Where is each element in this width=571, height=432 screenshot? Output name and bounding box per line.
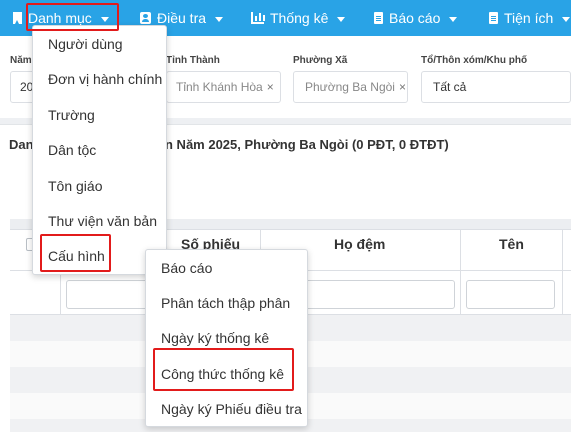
menu-item-truong[interactable]: Trường (48, 107, 95, 123)
submenu-item-bao-cao[interactable]: Báo cáo (161, 260, 212, 276)
column-header-ho-dem[interactable]: Họ đệm (334, 236, 385, 252)
nav-tien-ich-label: Tiện ích (504, 10, 554, 26)
menu-item-nguoi-dung[interactable]: Người dùng (48, 36, 123, 52)
menu-item-ton-giao[interactable]: Tôn giáo (48, 178, 102, 194)
ward-select[interactable]: Phường Ba Ngòi × (293, 71, 408, 103)
year-label: Năm (10, 55, 32, 66)
hamlet-label: Tổ/Thôn xóm/Khu phố (421, 55, 528, 66)
nav-tien-ich[interactable]: Tiện ích (489, 0, 571, 36)
menu-item-dan-toc[interactable]: Dân tộc (48, 142, 96, 158)
nav-bao-cao-label: Báo cáo (389, 10, 441, 26)
clear-icon[interactable]: × (399, 80, 406, 94)
menu-item-thu-vien-van-ban[interactable]: Thư viện văn bản (48, 213, 157, 229)
document-icon (374, 12, 383, 24)
hamlet-value: Tất cả (433, 80, 467, 94)
column-divider (562, 230, 563, 314)
document-icon (489, 12, 498, 24)
province-select[interactable]: Tỉnh Khánh Hòa × (166, 71, 281, 103)
highlight-box (153, 348, 294, 391)
column-header-ten[interactable]: Tên (499, 236, 524, 252)
nav-dieu-tra-label: Điều tra (157, 10, 207, 26)
nav-thong-ke-label: Thống kê (270, 10, 329, 26)
submenu-item-ngay-ky-phieu-dieu-tra[interactable]: Ngày ký Phiếu điều tra (161, 401, 302, 417)
province-chip: Tỉnh Khánh Hòa (176, 80, 263, 94)
submenu-item-ngay-ky-thong-ke[interactable]: Ngày ký thống kê (161, 330, 269, 346)
nav-thong-ke[interactable]: Thống kê (251, 0, 346, 36)
submenu-item-phan-tach-thap-phan[interactable]: Phân tách thập phân (161, 295, 290, 311)
chevron-down-icon (337, 16, 346, 22)
page-title-prefix: Dan (9, 137, 34, 152)
column-divider (460, 230, 461, 314)
bar-chart-icon (251, 12, 265, 24)
chevron-down-icon (215, 16, 224, 22)
bookmark-icon (13, 12, 22, 24)
highlight-box (40, 234, 111, 272)
clear-icon[interactable]: × (267, 80, 274, 94)
highlight-box (26, 3, 119, 31)
ward-label: Phường Xã (293, 55, 348, 66)
user-card-icon (140, 12, 151, 24)
page-title: n Năm 2025, Phường Ba Ngòi (0 PĐT, 0 ĐTĐ… (165, 137, 449, 152)
ward-chip: Phường Ba Ngòi (305, 80, 395, 94)
chevron-down-icon (449, 16, 458, 22)
filter-input-ten[interactable] (466, 280, 555, 309)
cau-hinh-submenu: Báo cáo Phân tách thập phân Ngày ký thốn… (145, 249, 308, 427)
menu-item-don-vi-hanh-chinh[interactable]: Đơn vị hành chính (48, 71, 162, 87)
province-label: Tỉnh Thành (166, 55, 220, 66)
hamlet-select[interactable]: Tất cả (421, 71, 571, 103)
nav-bao-cao[interactable]: Báo cáo (374, 0, 458, 36)
chevron-down-icon (562, 16, 571, 22)
